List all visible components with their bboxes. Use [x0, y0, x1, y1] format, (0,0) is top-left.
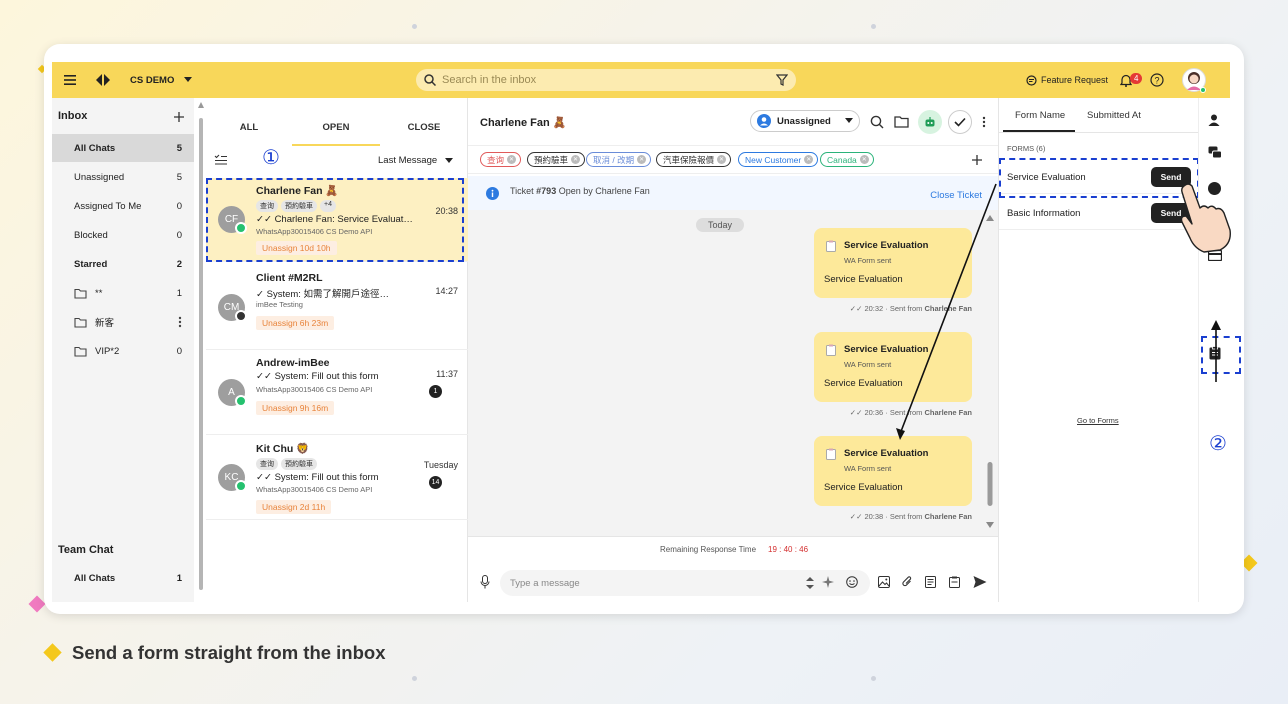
decor-dot	[412, 676, 417, 681]
decor-dot	[412, 24, 417, 29]
pointing-hand-icon	[1180, 183, 1231, 253]
app-window: CS DEMO Search in the inbox Feature Requ…	[44, 44, 1244, 614]
arrow-to-message	[899, 183, 997, 435]
caption: Send a form straight from the inbox	[72, 642, 386, 663]
arrow-head	[1211, 320, 1221, 330]
decor-dot	[871, 24, 876, 29]
decor-dot	[871, 676, 876, 681]
annotation-arrows	[896, 183, 1221, 440]
decor-diamond-pink	[28, 595, 46, 613]
caption-diamond-icon	[43, 643, 62, 662]
app: CS DEMO Search in the inbox Feature Requ…	[52, 62, 1241, 602]
arrow-head	[896, 428, 905, 440]
